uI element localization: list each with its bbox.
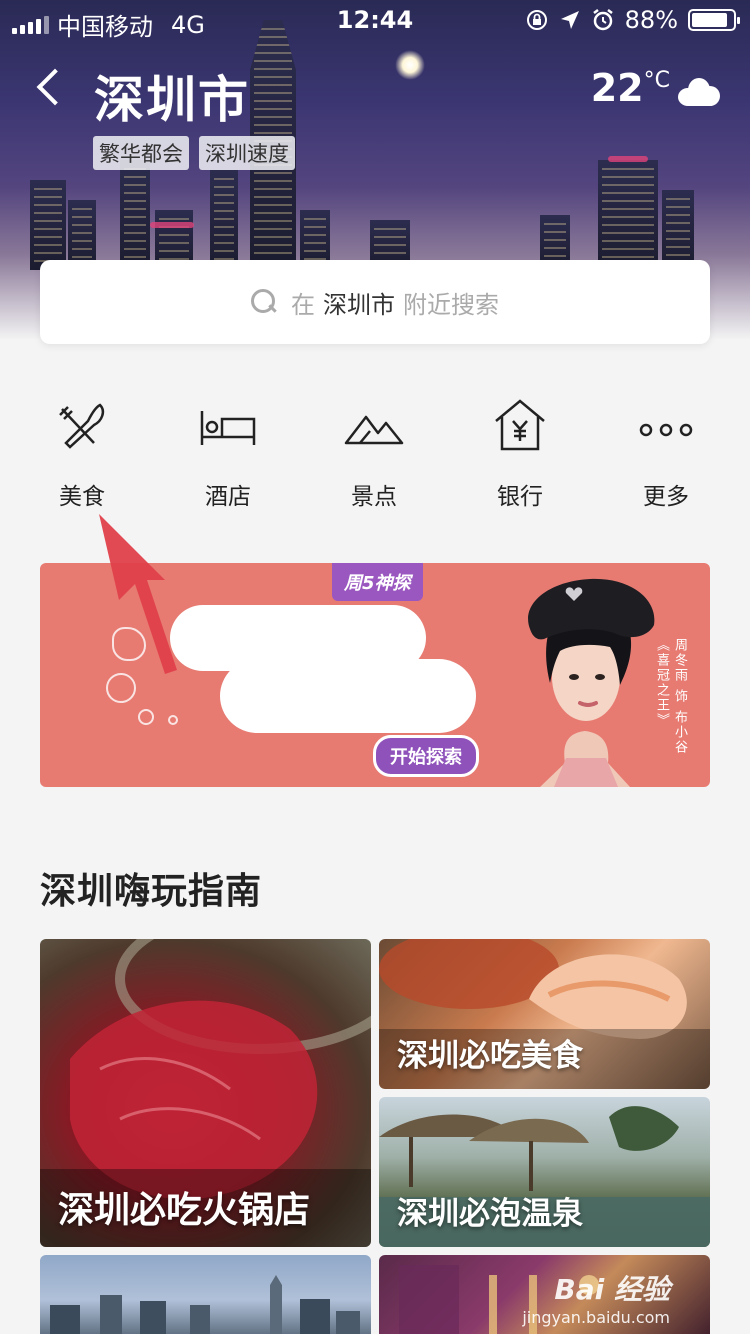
neon-light	[608, 156, 648, 162]
category-grid: 美食 酒店 景点 银行 更多	[0, 395, 750, 525]
city-tag: 繁华都会	[93, 136, 189, 170]
bed-icon	[200, 411, 256, 445]
city-skyline-photo	[50, 1275, 360, 1334]
weather-widget[interactable]: 22 °C	[591, 66, 720, 110]
battery-icon	[688, 9, 740, 31]
watermark-logo: Bai 经验	[554, 1273, 670, 1306]
search-suffix: 附近搜索	[403, 290, 499, 319]
search-city: 深圳市	[323, 290, 395, 319]
building	[210, 170, 238, 270]
category-attractions[interactable]: 景点	[314, 395, 434, 511]
status-bar: 中国移动 4G 12:44 88%	[0, 0, 750, 41]
category-label: 景点	[351, 484, 397, 510]
tile-caption: 深圳必吃火锅店	[58, 1190, 311, 1231]
building	[120, 160, 150, 270]
bank-icon	[495, 399, 545, 451]
more-dots-icon	[639, 423, 693, 437]
battery-percent: 88%	[624, 6, 678, 34]
building	[662, 190, 694, 270]
search-bar[interactable]: 在 深圳市 附近搜索	[40, 260, 710, 344]
building	[30, 180, 66, 270]
category-bank[interactable]: 银行	[460, 395, 580, 511]
location-arrow-icon	[560, 11, 579, 29]
guide-tile-city[interactable]	[40, 1255, 371, 1334]
tile-caption: 深圳必吃美食	[397, 1038, 583, 1074]
banner-badge: 周5神探	[332, 563, 423, 601]
category-more[interactable]: 更多	[606, 395, 726, 511]
watermark: Bai 经验 jingyan.baidu.com	[522, 1268, 670, 1327]
guide-tile-hotspring[interactable]: 深圳必泡温泉	[379, 1097, 710, 1247]
page-title: 深圳市	[94, 71, 250, 129]
search-icon	[251, 289, 277, 315]
category-label: 银行	[497, 484, 543, 510]
guide-tile-nightlife[interactable]: Bai 经验 jingyan.baidu.com	[379, 1255, 710, 1334]
city-tags: 繁华都会 深圳速度	[93, 136, 295, 170]
moon-light	[395, 50, 425, 80]
category-hotel[interactable]: 酒店	[168, 395, 288, 511]
temperature: 22	[590, 66, 644, 110]
mountain-icon	[344, 415, 404, 445]
city-tag: 深圳速度	[199, 136, 295, 170]
alarm-icon	[592, 9, 613, 31]
food-doodle-icon	[168, 715, 178, 725]
actress-portrait	[528, 578, 655, 787]
cloud-icon	[678, 76, 720, 106]
search-prefix: 在	[291, 290, 315, 319]
building	[598, 160, 658, 270]
banner-side-text: 《喜冠之王》	[654, 638, 669, 728]
category-label: 酒店	[205, 484, 251, 510]
section-title: 深圳嗨玩指南	[40, 871, 263, 912]
temperature-unit: °C	[643, 68, 670, 93]
tile-caption: 深圳必泡温泉	[397, 1196, 583, 1232]
guide-tile-hotpot[interactable]: 深圳必吃火锅店	[40, 939, 371, 1247]
category-label: 美食	[59, 484, 105, 510]
red-arrow-annotation	[99, 514, 177, 674]
category-label: 更多	[643, 484, 689, 510]
fork-knife-icon	[59, 403, 105, 449]
food-doodle-icon	[138, 709, 154, 725]
start-explore-button[interactable]: 开始探索	[373, 735, 479, 777]
back-arrow-icon[interactable]	[34, 66, 74, 110]
category-food[interactable]: 美食	[22, 395, 142, 511]
watermark-url: jingyan.baidu.com	[522, 1308, 670, 1327]
guide-tile-food[interactable]: 深圳必吃美食	[379, 939, 710, 1089]
neon-light	[150, 222, 194, 228]
banner-side-text: 周冬雨 饰 布小谷	[672, 638, 687, 756]
rotation-lock-icon	[526, 10, 547, 30]
redacted-text	[220, 659, 476, 733]
